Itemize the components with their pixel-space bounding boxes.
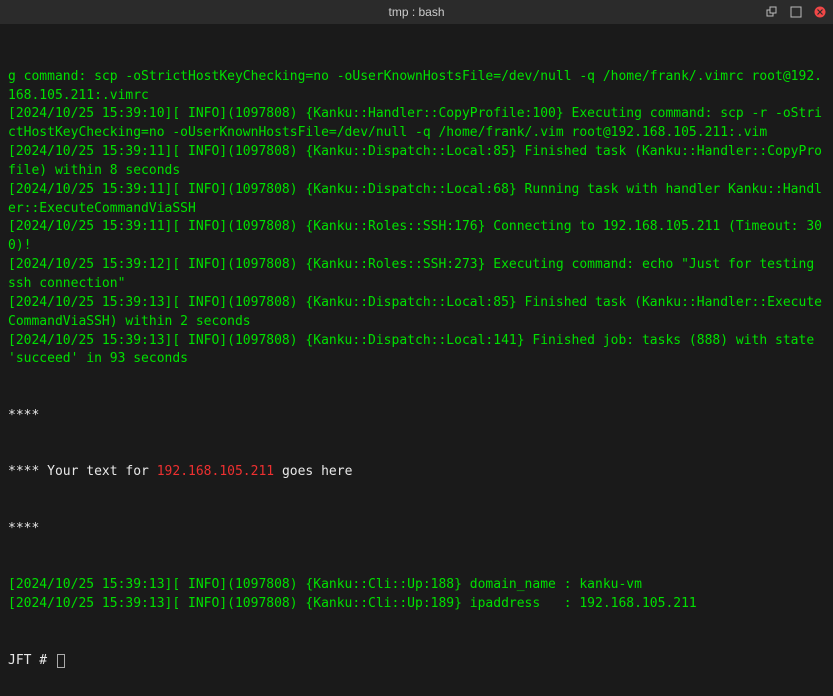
prompt-text: JFT # — [8, 653, 55, 668]
window-titlebar: tmp : bash — [0, 0, 833, 24]
minimize-icon[interactable] — [765, 5, 779, 19]
log-line: g command: scp -oStrictHostKeyChecking=n… — [8, 68, 825, 106]
banner-line: **** Your text for 192.168.105.211 goes … — [8, 463, 825, 482]
log-line: [2024/10/25 15:39:11][ INFO](1097808) {K… — [8, 181, 825, 219]
log-line: [2024/10/25 15:39:13][ INFO](1097808) {K… — [8, 595, 825, 614]
window-title: tmp : bash — [388, 5, 444, 19]
log-line: [2024/10/25 15:39:12][ INFO](1097808) {K… — [8, 256, 825, 294]
log-line: [2024/10/25 15:39:10][ INFO](1097808) {K… — [8, 105, 825, 143]
close-icon[interactable] — [813, 5, 827, 19]
maximize-icon[interactable] — [789, 5, 803, 19]
prompt-line[interactable]: JFT # — [8, 652, 825, 671]
window-controls — [765, 5, 827, 19]
banner-stars: **** — [8, 520, 825, 539]
banner-ip: 192.168.105.211 — [157, 464, 274, 479]
terminal-output[interactable]: g command: scp -oStrictHostKeyChecking=n… — [0, 24, 833, 696]
log-line: [2024/10/25 15:39:13][ INFO](1097808) {K… — [8, 576, 825, 595]
log-line: [2024/10/25 15:39:13][ INFO](1097808) {K… — [8, 332, 825, 370]
log-line: [2024/10/25 15:39:13][ INFO](1097808) {K… — [8, 294, 825, 332]
log-line: [2024/10/25 15:39:11][ INFO](1097808) {K… — [8, 218, 825, 256]
log-line: [2024/10/25 15:39:11][ INFO](1097808) {K… — [8, 143, 825, 181]
cursor-icon — [57, 654, 65, 668]
banner-stars: **** — [8, 407, 825, 426]
